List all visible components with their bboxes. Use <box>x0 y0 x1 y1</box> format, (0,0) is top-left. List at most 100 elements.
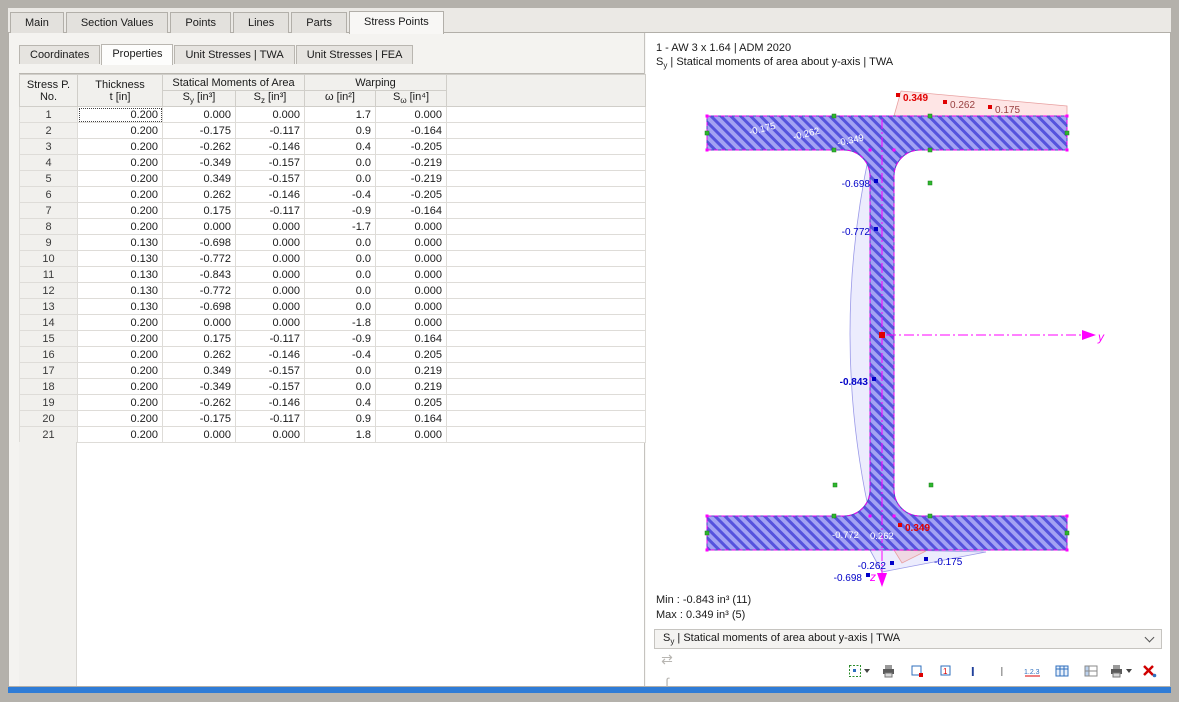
cell-thickness[interactable]: 0.130 <box>77 282 163 299</box>
cell-stress-point-no[interactable]: 6 <box>19 186 78 203</box>
table-row[interactable]: 8 0.200 0.000 0.000 -1.7 0.000 <box>19 218 646 235</box>
cell-stress-point-no[interactable]: 3 <box>19 138 78 155</box>
cell-sz[interactable]: 0.000 <box>235 266 305 283</box>
print-graphic-button[interactable] <box>875 659 901 683</box>
table-row[interactable]: 5 0.200 0.349 -0.157 0.0 -0.219 <box>19 170 646 187</box>
cell-sz[interactable]: -0.146 <box>235 394 305 411</box>
cell-thickness[interactable]: 0.200 <box>77 362 163 379</box>
cell-s-omega[interactable]: 0.000 <box>375 314 447 331</box>
cell-omega[interactable]: -1.8 <box>304 314 376 331</box>
cell-s-omega[interactable]: 0.000 <box>375 218 447 235</box>
cell-sy[interactable]: -0.262 <box>162 138 236 155</box>
cell-sy[interactable]: -0.349 <box>162 378 236 395</box>
cell-sy[interactable]: -0.698 <box>162 234 236 251</box>
cell-stress-point-no[interactable]: 16 <box>19 346 78 363</box>
cell-sz[interactable]: -0.117 <box>235 122 305 139</box>
cell-sy[interactable]: 0.175 <box>162 330 236 347</box>
cell-sz[interactable]: 0.000 <box>235 298 305 315</box>
table-row[interactable]: 2 0.200 -0.175 -0.117 0.9 -0.164 <box>19 122 646 139</box>
cell-omega[interactable]: 1.8 <box>304 426 376 443</box>
cell-omega[interactable]: 0.0 <box>304 266 376 283</box>
cell-omega[interactable]: 0.0 <box>304 234 376 251</box>
cell-s-omega[interactable]: 0.164 <box>375 330 447 347</box>
table-row[interactable]: 18 0.200 -0.349 -0.157 0.0 0.219 <box>19 378 646 395</box>
cell-sy[interactable]: 0.000 <box>162 218 236 235</box>
sync-views-button[interactable]: ⇄ <box>654 647 680 671</box>
cell-stress-point-no[interactable]: 12 <box>19 282 78 299</box>
grid-button[interactable] <box>1078 659 1104 683</box>
cell-stress-point-no[interactable]: 15 <box>19 330 78 347</box>
cell-thickness[interactable]: 0.200 <box>77 218 163 235</box>
table-row[interactable]: 9 0.130 -0.698 0.000 0.0 0.000 <box>19 234 646 251</box>
table-row[interactable]: 11 0.130 -0.843 0.000 0.0 0.000 <box>19 266 646 283</box>
cell-s-omega[interactable]: 0.000 <box>375 234 447 251</box>
cell-sz[interactable]: 0.000 <box>235 314 305 331</box>
cell-sz[interactable]: -0.117 <box>235 202 305 219</box>
cell-sy[interactable]: 0.000 <box>162 426 236 443</box>
cell-s-omega[interactable]: 0.000 <box>375 298 447 315</box>
subtab-unit-stresses-twa[interactable]: Unit Stresses | TWA <box>174 45 295 64</box>
section-drawing[interactable]: y z 0.349 0.262 0.175 -0.175 -0.262 -0.3… <box>646 73 1170 589</box>
close-graphic-button[interactable] <box>1136 659 1162 683</box>
cell-sy[interactable]: 0.262 <box>162 346 236 363</box>
table-row[interactable]: 3 0.200 -0.262 -0.146 0.4 -0.205 <box>19 138 646 155</box>
table-row[interactable]: 15 0.200 0.175 -0.117 -0.9 0.164 <box>19 330 646 347</box>
cell-sz[interactable]: -0.117 <box>235 330 305 347</box>
cell-s-omega[interactable]: 0.000 <box>375 106 447 123</box>
cell-sz[interactable]: 0.000 <box>235 234 305 251</box>
cell-stress-point-no[interactable]: 9 <box>19 234 78 251</box>
cell-omega[interactable]: -0.4 <box>304 186 376 203</box>
cell-stress-point-no[interactable]: 19 <box>19 394 78 411</box>
cell-stress-point-no[interactable]: 5 <box>19 170 78 187</box>
cell-omega[interactable]: 0.9 <box>304 410 376 427</box>
tab-lines[interactable]: Lines <box>233 12 290 33</box>
cell-omega[interactable]: -0.4 <box>304 346 376 363</box>
tab-section-values[interactable]: Section Values <box>65 12 169 33</box>
cell-sz[interactable]: -0.157 <box>235 362 305 379</box>
table-row[interactable]: 7 0.200 0.175 -0.117 -0.9 -0.164 <box>19 202 646 219</box>
selection-mode-button[interactable] <box>846 659 872 683</box>
cell-s-omega[interactable]: -0.219 <box>375 170 447 187</box>
cell-sy[interactable]: -0.698 <box>162 298 236 315</box>
result-table-button[interactable] <box>1049 659 1075 683</box>
cell-s-omega[interactable]: -0.205 <box>375 138 447 155</box>
cell-thickness[interactable]: 0.130 <box>77 234 163 251</box>
cell-sz[interactable]: -0.117 <box>235 410 305 427</box>
cell-sy[interactable]: 0.000 <box>162 106 236 123</box>
subtab-properties[interactable]: Properties <box>101 44 174 65</box>
cell-thickness[interactable]: 0.200 <box>77 394 163 411</box>
cell-s-omega[interactable]: 0.205 <box>375 394 447 411</box>
cell-omega[interactable]: 0.0 <box>304 378 376 395</box>
cell-stress-point-no[interactable]: 18 <box>19 378 78 395</box>
table-row[interactable]: 1 0.200 0.000 0.000 1.7 0.000 <box>19 106 646 123</box>
cell-sz[interactable]: -0.157 <box>235 378 305 395</box>
cell-sz[interactable]: 0.000 <box>235 282 305 299</box>
cell-sy[interactable]: -0.175 <box>162 410 236 427</box>
stress-point-numbering-button[interactable]: 1 <box>933 659 959 683</box>
cell-s-omega[interactable]: -0.164 <box>375 122 447 139</box>
cell-omega[interactable]: -0.9 <box>304 202 376 219</box>
cell-s-omega[interactable]: 0.000 <box>375 266 447 283</box>
cell-s-omega[interactable]: 0.219 <box>375 362 447 379</box>
cell-thickness[interactable]: 0.200 <box>77 346 163 363</box>
cell-omega[interactable]: -1.7 <box>304 218 376 235</box>
cell-omega[interactable]: 0.4 <box>304 394 376 411</box>
cell-sz[interactable]: 0.000 <box>235 426 305 443</box>
subtab-unit-stresses-fea[interactable]: Unit Stresses | FEA <box>295 45 414 64</box>
tab-stress-points[interactable]: Stress Points <box>348 11 444 34</box>
cell-stress-point-no[interactable]: 10 <box>19 250 78 267</box>
cell-stress-point-no[interactable]: 7 <box>19 202 78 219</box>
cell-s-omega[interactable]: -0.205 <box>375 186 447 203</box>
cell-s-omega[interactable]: 0.219 <box>375 378 447 395</box>
table-row[interactable]: 13 0.130 -0.698 0.000 0.0 0.000 <box>19 298 646 315</box>
tab-points[interactable]: Points <box>170 12 231 33</box>
cell-sz[interactable]: -0.146 <box>235 346 305 363</box>
cell-omega[interactable]: 0.0 <box>304 250 376 267</box>
cell-s-omega[interactable]: -0.219 <box>375 154 447 171</box>
cell-sz[interactable]: 0.000 <box>235 106 305 123</box>
tab-parts[interactable]: Parts <box>291 12 347 33</box>
table-row[interactable]: 10 0.130 -0.772 0.000 0.0 0.000 <box>19 250 646 267</box>
cell-sy[interactable]: 0.175 <box>162 202 236 219</box>
cell-thickness[interactable]: 0.200 <box>77 154 163 171</box>
cell-sz[interactable]: 0.000 <box>235 250 305 267</box>
